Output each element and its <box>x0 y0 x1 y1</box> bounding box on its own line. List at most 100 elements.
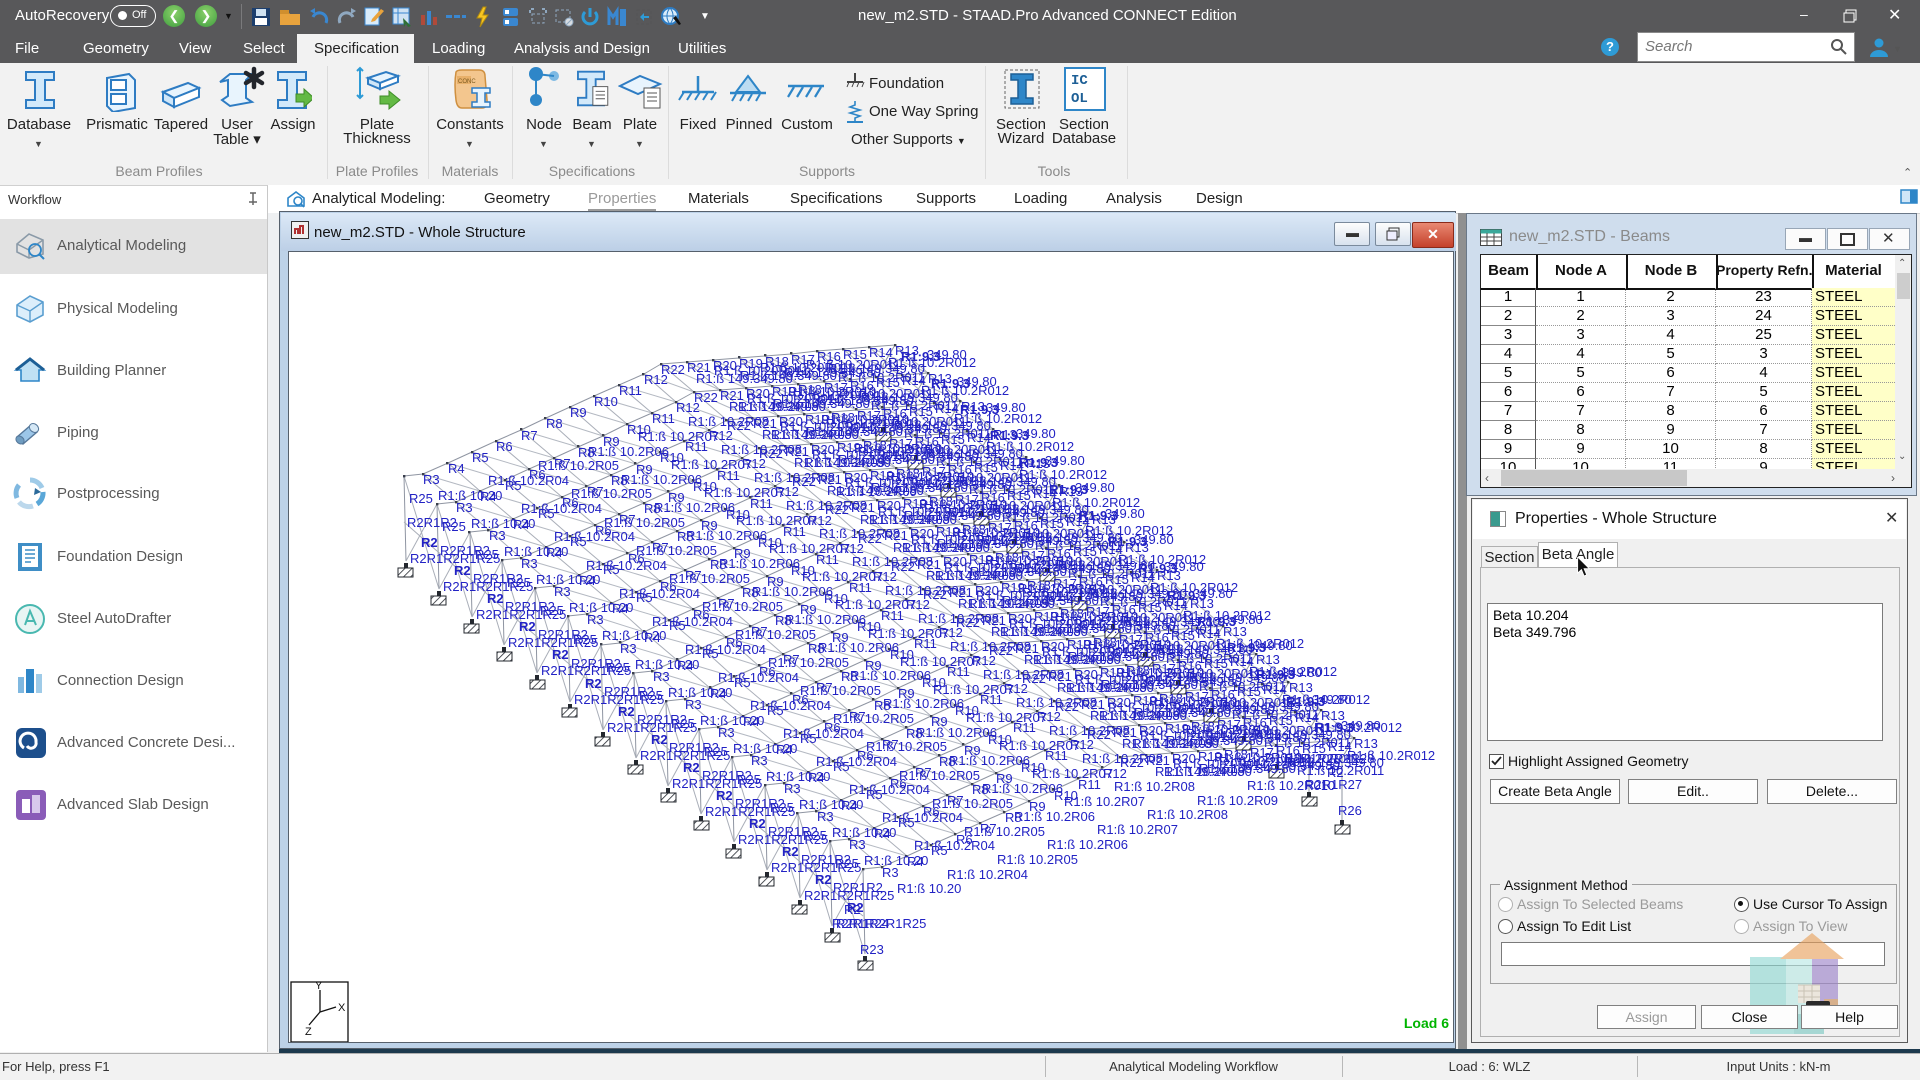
svg-text:R1:ß 10.2R05: R1:ß 10.2R05 <box>800 683 881 698</box>
svg-text:R11: R11 <box>816 552 839 567</box>
svg-text:R10: R10 <box>758 535 782 550</box>
svg-text:R9: R9 <box>832 630 849 645</box>
svg-text:R4: R4 <box>710 686 727 701</box>
svg-text:R7: R7 <box>751 624 768 639</box>
svg-text:R11: R11 <box>947 664 970 679</box>
svg-text:R1:ß 10.2R06: R1:ß 10.2R06 <box>752 584 833 599</box>
svg-text:R1:ß 10.2R06: R1:ß 10.2R06 <box>719 556 800 571</box>
svg-text:R6: R6 <box>890 776 907 791</box>
svg-text:R1:ß 10.2R06: R1:ß 10.2R06 <box>686 528 767 543</box>
svg-text:R9: R9 <box>865 658 882 673</box>
svg-text:R9: R9 <box>931 714 948 729</box>
svg-text:R9: R9 <box>668 490 685 505</box>
svg-text:R1:ß 10.20R011: R1:ß 10.20R011 <box>1167 666 1261 681</box>
svg-text:R6: R6 <box>529 467 546 482</box>
svg-text:R11: R11 <box>717 468 740 483</box>
svg-text:R1:ß 10.2R05: R1:ß 10.2R05 <box>636 543 717 558</box>
svg-text:R7: R7 <box>619 512 636 527</box>
svg-text:349.80: 349.80 <box>1134 532 1174 547</box>
svg-text:R2R1R2: R2R1R2 <box>833 880 883 895</box>
svg-text:R6: R6 <box>824 720 841 735</box>
svg-text:R4: R4 <box>480 489 497 504</box>
svg-text:R4: R4 <box>808 770 825 785</box>
svg-text:R1:ß 10.2R05: R1:ß 10.2R05 <box>932 796 1013 811</box>
svg-text:349.80: 349.80 <box>957 374 997 389</box>
svg-text:R1:ß 10.20R011: R1:ß 10.20R011 <box>1200 695 1294 710</box>
svg-text:R1:ß 10.2R06: R1:ß 10.2R06 <box>588 444 669 459</box>
svg-text:R9: R9 <box>767 574 784 589</box>
svg-text:R5: R5 <box>800 731 817 746</box>
svg-text:R1:ß 10.2R05: R1:ß 10.2R05 <box>538 458 619 473</box>
svg-text:R10: R10 <box>988 732 1012 747</box>
svg-text:R22: R22 <box>956 615 980 630</box>
svg-text:R25: R25 <box>507 575 531 590</box>
svg-text:R1:ß 10.2R07: R1:ß 10.2R07 <box>1097 822 1178 837</box>
svg-text:R5: R5 <box>866 787 883 802</box>
svg-text:R7: R7 <box>849 709 866 724</box>
svg-text:R2R1R2R1R28: R2R1R2R1R28 <box>1284 751 1374 766</box>
svg-text:R8: R8 <box>742 585 759 600</box>
svg-text:R5: R5 <box>734 675 751 690</box>
svg-text:R8: R8 <box>939 754 956 769</box>
svg-text:R22: R22 <box>923 587 947 602</box>
svg-text:R1:ß 10.20R011: R1:ß 10.20R011 <box>1068 582 1162 597</box>
svg-text:R3: R3 <box>489 528 506 543</box>
svg-text:349.80: 349.80 <box>1193 586 1233 601</box>
svg-text:R6: R6 <box>693 607 710 622</box>
svg-text:R1:ß 10.2R05: R1:ß 10.2R05 <box>866 739 947 754</box>
svg-text:R8: R8 <box>644 501 661 516</box>
svg-text:349.80: 349.80 <box>1075 480 1115 495</box>
svg-text:R9: R9 <box>603 434 620 449</box>
svg-text:R10: R10 <box>791 563 815 578</box>
svg-text:R25: R25 <box>442 519 466 534</box>
svg-text:R1:ß 10.20R011: R1:ß 10.20R011 <box>1003 526 1097 541</box>
svg-text:CONC: CONC <box>458 79 476 85</box>
svg-text:R8: R8 <box>808 641 825 656</box>
svg-text:349.80: 349.80 <box>1045 453 1085 468</box>
svg-text:R25: R25 <box>573 632 597 647</box>
svg-text:R1:ß 10.20: R1:ß 10.20 <box>897 881 961 896</box>
svg-text:R3: R3 <box>718 725 735 740</box>
svg-text:R3: R3 <box>456 500 473 515</box>
svg-text:R6: R6 <box>792 692 809 707</box>
svg-text:R10: R10 <box>955 703 979 718</box>
svg-text:R3: R3 <box>784 781 801 796</box>
svg-text:R5: R5 <box>767 703 784 718</box>
svg-text:349.80: 349.80 <box>986 400 1026 415</box>
svg-text:R7: R7 <box>718 596 735 611</box>
svg-text:R6: R6 <box>759 664 776 679</box>
svg-text:R5: R5 <box>603 562 620 577</box>
svg-text:R2: R2 <box>844 902 861 917</box>
svg-text:R7: R7 <box>652 540 669 555</box>
svg-text:R1:ß 10.2R05: R1:ß 10.2R05 <box>669 571 750 586</box>
svg-text:R1:ß 10.2R09: R1:ß 10.2R09 <box>1197 793 1278 808</box>
svg-text:R22: R22 <box>825 502 849 517</box>
svg-text:R25: R25 <box>704 744 728 759</box>
svg-text:R9: R9 <box>636 462 653 477</box>
svg-text:R1:ß 10.20R011: R1:ß 10.20R011 <box>1036 554 1130 569</box>
svg-text:349.80: 349.80 <box>1341 718 1381 733</box>
svg-text:R8: R8 <box>775 613 792 628</box>
svg-text:R5: R5 <box>570 534 587 549</box>
svg-text:R11: R11 <box>685 439 708 454</box>
svg-text:R4: R4 <box>513 517 530 532</box>
svg-text:R2: R2 <box>519 619 536 634</box>
svg-text:R6: R6 <box>496 439 513 454</box>
svg-text:R5: R5 <box>702 646 719 661</box>
svg-text:R1:ß 10.2R04: R1:ß 10.2R04 <box>947 867 1028 882</box>
svg-text:R22: R22 <box>661 362 685 377</box>
svg-text:R5: R5 <box>833 759 850 774</box>
svg-text:R11: R11 <box>783 524 806 539</box>
svg-text:R4: R4 <box>448 461 465 476</box>
svg-text:R1:ß 10.2R04: R1:ß 10.2R04 <box>914 838 995 853</box>
svg-text:R22: R22 <box>759 446 783 461</box>
svg-text:349.80: 349.80 <box>1105 506 1145 521</box>
svg-text:R22: R22 <box>694 390 718 405</box>
svg-text:R1:ß 10.2R08: R1:ß 10.2R08 <box>1147 807 1228 822</box>
svg-text:R1:ß 10.2R05: R1:ß 10.2R05 <box>768 655 849 670</box>
svg-text:IC: IC <box>1071 73 1088 89</box>
svg-text:R1:ß 10.2R05: R1:ß 10.2R05 <box>899 768 980 783</box>
svg-text:R8: R8 <box>677 529 694 544</box>
svg-text:R2: R2 <box>454 563 471 578</box>
svg-text:R25: R25 <box>803 828 827 843</box>
